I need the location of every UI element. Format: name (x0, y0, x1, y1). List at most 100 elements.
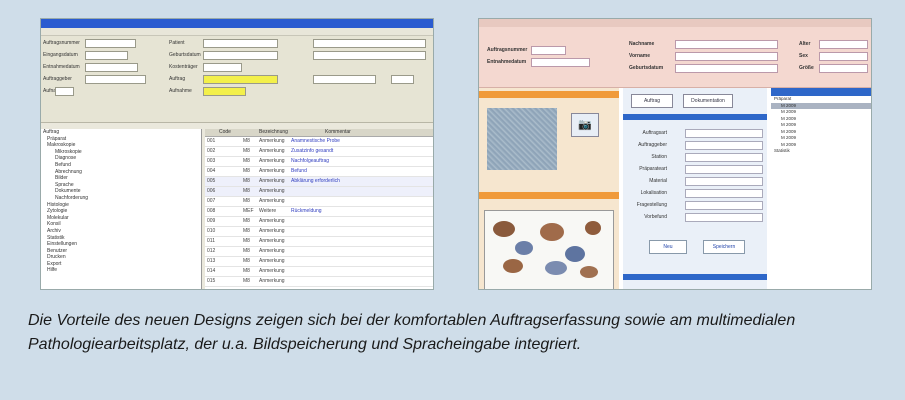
birthdate-field[interactable] (675, 64, 778, 73)
specimen-type-field[interactable] (685, 165, 763, 174)
table-cell: Anmerkung (259, 148, 285, 154)
patient-field[interactable] (203, 39, 278, 48)
table-row[interactable]: 009 M8 Anmerkung (205, 217, 433, 227)
tree-item[interactable]: Nachforderung (41, 195, 201, 202)
admission-field[interactable] (55, 87, 74, 96)
table-row[interactable]: 011 M8 Anmerkung (205, 237, 433, 247)
material-field[interactable] (685, 177, 763, 186)
received-field[interactable] (313, 75, 376, 84)
table-cell: Anmerkung (259, 198, 285, 204)
tree-item[interactable]: Dokumente (41, 188, 201, 195)
form-label: Auftrag (169, 76, 186, 82)
tree-item[interactable]: Export (41, 261, 201, 268)
table-row[interactable]: 004 M8 Anmerkung Befund (205, 167, 433, 177)
location-field[interactable] (685, 189, 763, 198)
tree-item[interactable]: Mikroskopie (41, 149, 201, 156)
ward-field[interactable] (685, 153, 763, 162)
table-row[interactable]: 010 M8 Anmerkung (205, 227, 433, 237)
table-row[interactable]: 002 M8 Anmerkung Zusatzinfo gesandt (205, 147, 433, 157)
table-row[interactable]: 007 M8 Anmerkung (205, 197, 433, 207)
order-number-field[interactable] (85, 39, 136, 48)
ward-field[interactable] (313, 39, 426, 48)
tree-item[interactable]: Statistik (41, 235, 201, 242)
tree-item[interactable]: Diagnose (41, 155, 201, 162)
age-field[interactable] (819, 40, 868, 49)
grid-body: 001 M8 Anmerkung Anamnestische Probe 002 M8 An… (205, 137, 433, 287)
table-row[interactable]: 006 M8 Anmerkung (205, 187, 433, 197)
scan-thumbnail[interactable] (487, 108, 557, 170)
order-field[interactable] (203, 75, 278, 84)
insurer-field[interactable] (203, 63, 242, 72)
client-field[interactable] (685, 141, 763, 150)
field-label: Station (651, 154, 667, 160)
table-cell: 012 (207, 248, 216, 254)
tree-item[interactable]: Makroskopie (41, 142, 201, 149)
table-row[interactable]: 014 M8 Anmerkung (205, 267, 433, 277)
table-row[interactable]: 005 M8 Anmerkung Abklärung erforderlich (205, 177, 433, 187)
entry-date-field[interactable] (85, 51, 128, 60)
physician-field[interactable] (313, 51, 426, 60)
table-row[interactable]: 012 M8 Anmerkung (205, 247, 433, 257)
tree-item[interactable]: Benutzer (41, 248, 201, 255)
tree-item[interactable]: Sprache (41, 182, 201, 189)
order-form: Auftragsnummer Eingangsdatum Entnahmedat… (41, 36, 433, 123)
sampling-date-field[interactable] (531, 58, 590, 67)
tree-item[interactable]: Konsil (41, 221, 201, 228)
tree-item[interactable]: Bilder (41, 175, 201, 182)
button-label: Speichern (712, 244, 736, 250)
field-label: Material (649, 178, 667, 184)
order-type-field[interactable] (685, 129, 763, 138)
list-item[interactable] (771, 194, 871, 201)
tree-item[interactable]: Hilfe (41, 267, 201, 274)
column-header[interactable]: Kommentar (325, 129, 351, 136)
table-cell: 013 (207, 258, 216, 264)
last-name-field[interactable] (675, 40, 778, 49)
first-name-field[interactable] (675, 52, 778, 61)
sampling-date-field[interactable] (85, 63, 138, 72)
field-label: Präparateart (639, 166, 667, 172)
order-entry-screenshot: Auftragsnummer Eingangsdatum Entnahmedat… (40, 18, 434, 290)
tab-documentation[interactable]: Dokumentation (683, 94, 733, 108)
table-row[interactable]: 003 M8 Anmerkung Nachfolgeauftrag (205, 157, 433, 167)
panel-header (771, 88, 871, 96)
tab-order[interactable]: Auftrag (631, 94, 673, 108)
table-row[interactable]: 008 MEF Weitere Rückmeldung (205, 207, 433, 217)
sex-field[interactable] (819, 52, 868, 61)
tree-item[interactable]: Abrechnung (41, 169, 201, 176)
tree-item[interactable]: Molekular (41, 215, 201, 222)
tree-item[interactable]: Histologie (41, 202, 201, 209)
save-button[interactable]: Speichern (703, 240, 745, 254)
image-panel: 📷 (479, 88, 619, 289)
camera-icon[interactable]: 📷 (571, 113, 599, 137)
field-label: Auftragsart (642, 130, 667, 136)
table-cell: M8 (243, 278, 250, 284)
new-button[interactable]: Neu (649, 240, 687, 254)
client-field[interactable] (85, 75, 146, 84)
question-field[interactable] (685, 201, 763, 210)
column-header[interactable]: Bezeichnung (259, 129, 288, 136)
tree-item[interactable]: Drucken (41, 254, 201, 261)
tree-item[interactable]: Präparat (41, 136, 201, 143)
panel-header (479, 91, 619, 98)
table-row[interactable]: 013 M8 Anmerkung (205, 257, 433, 267)
table-cell: Anmerkung (259, 158, 285, 164)
prior-finding-field[interactable] (685, 213, 763, 222)
tree-item[interactable]: Befund (41, 162, 201, 169)
histology-image[interactable] (484, 210, 614, 289)
birthdate-field[interactable] (203, 51, 278, 60)
table-cell: 005 (207, 178, 216, 184)
table-row[interactable]: 015 M8 Anmerkung (205, 277, 433, 287)
tree-item[interactable]: Auftrag (41, 129, 201, 136)
tree-item[interactable]: Archiv (41, 228, 201, 235)
tree-item[interactable]: Zytologie (41, 208, 201, 215)
field-label: Auftraggeber (638, 142, 667, 148)
table-cell: Anmerkung (259, 188, 285, 194)
table-row[interactable]: 001 M8 Anmerkung Anamnestische Probe (205, 137, 433, 147)
tree-item[interactable]: Einstellungen (41, 241, 201, 248)
column-header[interactable]: Code (219, 129, 231, 136)
panel-header (479, 192, 619, 199)
order-number-field[interactable] (531, 46, 566, 55)
size-field[interactable] (819, 64, 868, 73)
admission-field-2[interactable] (203, 87, 246, 96)
count-field[interactable] (391, 75, 414, 84)
